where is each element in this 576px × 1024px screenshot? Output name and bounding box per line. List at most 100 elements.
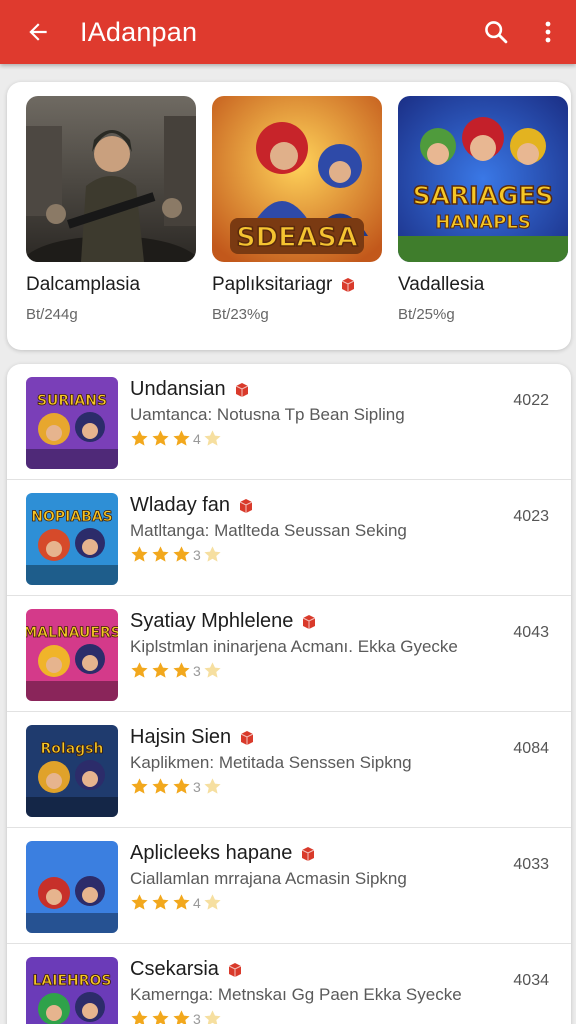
star-icon	[204, 662, 221, 678]
app-description: Kamernga: Metnskaı Gg Paen Ekka Syecke	[130, 985, 462, 1004]
download-count: 4034	[513, 972, 549, 989]
app-description: Kaplikmen: Metitada Senssen Sipkng	[130, 753, 412, 772]
featured-card[interactable]: Dalcamplasia Bt/244g	[26, 96, 198, 323]
list-item[interactable]: NOPIABAS Wladay fan Matltanga: Matlteda Se…	[7, 480, 571, 596]
download-count: 4043	[513, 624, 549, 641]
star-icon	[204, 778, 221, 794]
star-icon	[131, 894, 148, 910]
app-icon: Rolagsh	[26, 725, 118, 817]
download-count: 4033	[513, 856, 549, 873]
download-count: 4022	[513, 392, 549, 409]
featured-name: Vadallesia	[398, 274, 485, 295]
star-icon	[152, 1010, 169, 1024]
featured-size: Bt/25%g	[398, 306, 455, 323]
app-name: Csekarsia	[130, 958, 243, 981]
star-icon	[173, 894, 190, 910]
more-options-button[interactable]	[526, 10, 570, 54]
app-title: IAdanpan	[80, 16, 198, 47]
list-item[interactable]: LAIEHROS Csekarsia Kamernga: Metnskaı Gg P…	[7, 944, 571, 1024]
star-icon	[204, 546, 221, 562]
featured-name: Paplıksitariagr	[212, 274, 384, 296]
search-icon	[485, 21, 508, 44]
star-icon	[173, 1010, 190, 1024]
editor-badge-icon	[240, 730, 254, 745]
star-icon	[152, 778, 169, 794]
art-title: SARIAGES	[413, 181, 554, 210]
app-name: Syatiay Mphlelene	[130, 610, 317, 633]
star-icon	[152, 546, 169, 562]
app-list: SURIANS Undansian Uamtanca: Notusna Tp Bea…	[7, 364, 571, 1024]
editor-badge-icon	[235, 382, 248, 397]
rating-value: 4	[193, 894, 201, 911]
rating-value: 4	[193, 430, 201, 447]
editor-badge-icon	[342, 278, 355, 292]
app-description: Ciallamlan mrrajana Acmasin Sipkng	[130, 869, 407, 888]
rating-stars: 3	[130, 1009, 224, 1024]
star-icon	[204, 1010, 221, 1024]
app-icon: NOPIABAS	[26, 493, 118, 585]
rating-value: 3	[193, 1010, 201, 1024]
rating-value: 3	[193, 546, 201, 563]
app-description: Uamtanca: Notusna Tp Bean Sipling	[130, 405, 405, 424]
featured-carousel: Dalcamplasia Bt/244g SDEASA Paplıksitari…	[7, 82, 571, 350]
app-icon-text: LAIEHROS	[32, 973, 111, 989]
app-icon-text: SURIANS	[37, 393, 107, 409]
featured-card[interactable]: SARIAGES HANAPLS Vadallesia Bt/25%g	[398, 96, 570, 323]
cartoon-army-art: SARIAGES HANAPLS	[398, 96, 568, 262]
app-icon: MALNAUERS	[26, 609, 118, 701]
star-icon	[131, 430, 148, 446]
app-icon: LAIEHROS	[26, 957, 118, 1024]
star-icon	[131, 1010, 148, 1024]
app-icon-text: NOPIABAS	[31, 509, 113, 525]
star-icon	[131, 662, 148, 678]
rating-value: 3	[193, 778, 201, 795]
app-description: Matltanga: Matlteda Seussan Seking	[130, 521, 407, 540]
list-item[interactable]: SURIANS Undansian Uamtanca: Notusna Tp Bea…	[7, 364, 571, 480]
rating-stars: 3	[130, 777, 224, 796]
star-icon	[131, 778, 148, 794]
list-item[interactable]: Aplicleeks hapane Ciallamlan mrrajana Acm…	[7, 828, 571, 944]
ninja-art: SDEASA	[212, 96, 382, 262]
star-icon	[173, 662, 190, 678]
back-button[interactable]	[18, 12, 58, 52]
star-icon	[173, 546, 190, 562]
art-subtitle: HANAPLS	[435, 212, 531, 233]
editor-badge-icon	[228, 962, 242, 977]
star-icon	[173, 778, 190, 794]
app-description: Kiplstmlan ininarjena Acmanı. Ekka Gyeck…	[130, 637, 458, 656]
star-icon	[204, 894, 221, 910]
download-count: 4023	[513, 508, 549, 525]
rating-stars: 3	[130, 545, 224, 564]
app-icon-text: Rolagsh	[41, 741, 104, 757]
rating-value: 3	[193, 662, 201, 679]
app-name: Wladay fan	[130, 494, 254, 517]
arrow-left-icon	[29, 23, 47, 41]
app-icon: SURIANS	[26, 377, 118, 469]
star-icon	[131, 546, 148, 562]
more-vert-icon	[545, 21, 551, 43]
list-item[interactable]: Rolagsh Hajsin Sien Kaplikmen: Metitada Se…	[7, 712, 571, 828]
soldier-art	[26, 96, 196, 262]
star-icon	[152, 894, 169, 910]
star-icon	[152, 662, 169, 678]
app-name: Undansian	[130, 378, 250, 401]
star-icon	[204, 430, 221, 446]
featured-name: Dalcamplasia	[26, 274, 141, 295]
search-button[interactable]	[474, 10, 518, 54]
editor-badge-icon	[303, 614, 316, 629]
featured-card[interactable]: SDEASA Paplıksitariagr Bt/23%g	[212, 96, 384, 323]
app-icon-text: MALNAUERS	[26, 625, 118, 641]
rating-stars: 4	[130, 429, 224, 448]
rating-stars: 3	[130, 661, 224, 680]
star-icon	[152, 430, 169, 446]
app-icon	[26, 841, 118, 933]
rating-stars: 4	[130, 893, 224, 912]
editor-badge-icon	[302, 846, 315, 861]
star-icon	[173, 430, 190, 446]
app-bar: IAdanpan	[0, 0, 576, 64]
list-item[interactable]: MALNAUERS Syatiay Mphlelene Kiplstmlan ini…	[7, 596, 571, 712]
download-count: 4084	[513, 740, 549, 757]
app-name: Hajsin Sien	[130, 726, 255, 749]
featured-size: Bt/244g	[26, 306, 78, 323]
featured-size: Bt/23%g	[212, 306, 269, 323]
